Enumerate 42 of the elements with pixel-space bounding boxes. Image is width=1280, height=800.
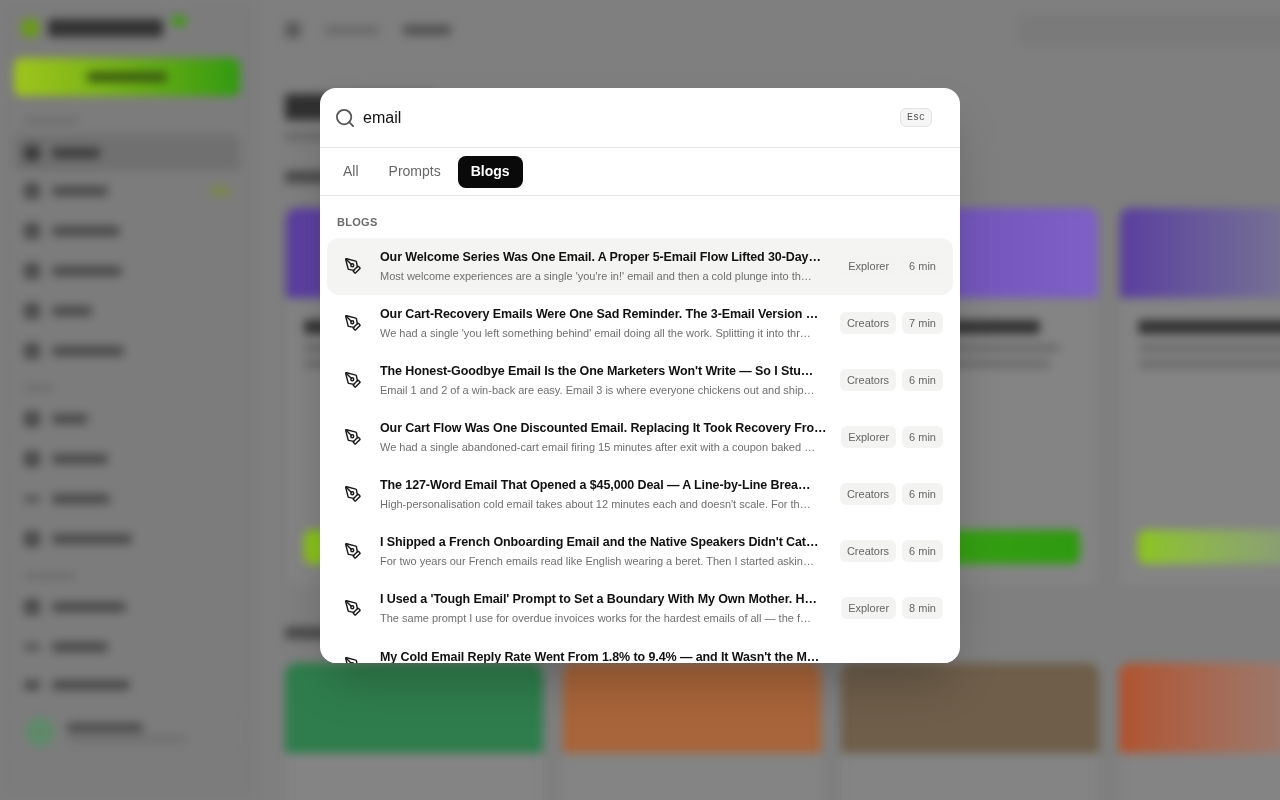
pen-nib-icon [345, 486, 361, 502]
result-title: Our Welcome Series Was One Email. A Proper 5-Email Flow Lifted 30-Day… [380, 249, 822, 266]
pen-nib-icon [345, 429, 361, 445]
audience-tag: Creators [839, 483, 897, 505]
result-title: The 127-Word Email That Opened a $45,000 Deal — A Line-by-Line Brea… [380, 477, 812, 494]
blog-result-row[interactable]: Our Welcome Series Was One Email. A Proper 5-Email Flow Lifted 30-Day… Most welcome experiences are a single 'you're in!' email and then a cold plunge into th… Explorer 6 min [327, 237, 953, 295]
read-time-tag: 6 min [902, 540, 943, 562]
result-title: My Cold Email Reply Rate Went From 1.8% to 9.4% — and It Wasn't the M… [380, 648, 821, 663]
pen-nib-icon [345, 372, 361, 388]
search-field[interactable]: email [363, 105, 891, 130]
audience-tag: Creators [839, 369, 897, 391]
result-excerpt: Most welcome experiences are a single 'you're in!' email and then a cold plunge into th… [380, 269, 813, 284]
section-heading: BLOGS [336, 215, 379, 230]
pen-nib-icon [345, 315, 361, 331]
result-excerpt: We had a single 'you left something behind' email doing all the work. Splitting it into thr… [380, 326, 812, 341]
pen-nib-icon [345, 543, 361, 559]
read-time-tag: 7 min [902, 312, 943, 334]
read-time-tag: 6 min [902, 369, 943, 391]
read-time-tag: 6 min [902, 483, 943, 505]
audience-tag: Creators [839, 312, 897, 334]
read-time-tag: 6 min [902, 426, 943, 448]
result-title: The Honest-Goodbye Email Is the One Marketers Won't Write — So I Stu… [380, 363, 815, 380]
audience-tag: Explorer [841, 426, 897, 448]
result-title: Our Cart-Recovery Emails Were One Sad Reminder. The 3-Email Version … [380, 306, 820, 323]
result-excerpt: High-personalisation cold email takes about 12 minutes each and doesn't scale. For th… [380, 497, 812, 512]
audience-tag: Creators [839, 540, 897, 562]
audience-tag: Explorer [841, 597, 897, 619]
result-title: I Shipped a French Onboarding Email and the Native Speakers Didn't Cat… [380, 534, 820, 551]
result-excerpt: We had a single abandoned-cart email firing 15 minutes after exit with a coupon baked … [380, 440, 817, 455]
result-excerpt: For two years our French emails read like English wearing a beret. Then I started askin… [380, 554, 815, 569]
filter-tab[interactable]: All [330, 155, 372, 188]
escape-key-hint: Esc [900, 108, 932, 127]
read-time-tag: 8 min [902, 597, 943, 619]
result-title: I Used a 'Tough Email' Prompt to Set a Boundary With My Own Mother. H… [380, 591, 818, 608]
result-excerpt: Email 1 and 2 of a win-back are easy. Email 3 is where everyone chickens out and ship… [380, 383, 816, 398]
filter-tab[interactable]: Blogs [457, 155, 523, 188]
result-excerpt: The same prompt I use for overdue invoices works for the hardest emails of all — the f… [380, 611, 813, 626]
result-title: Our Cart Flow Was One Discounted Email. Replacing It Took Recovery Fro… [380, 420, 828, 437]
filter-tab[interactable]: Prompts [375, 155, 454, 188]
search-icon [336, 108, 354, 127]
pen-nib-icon [345, 600, 361, 616]
pen-nib-icon [345, 258, 361, 274]
